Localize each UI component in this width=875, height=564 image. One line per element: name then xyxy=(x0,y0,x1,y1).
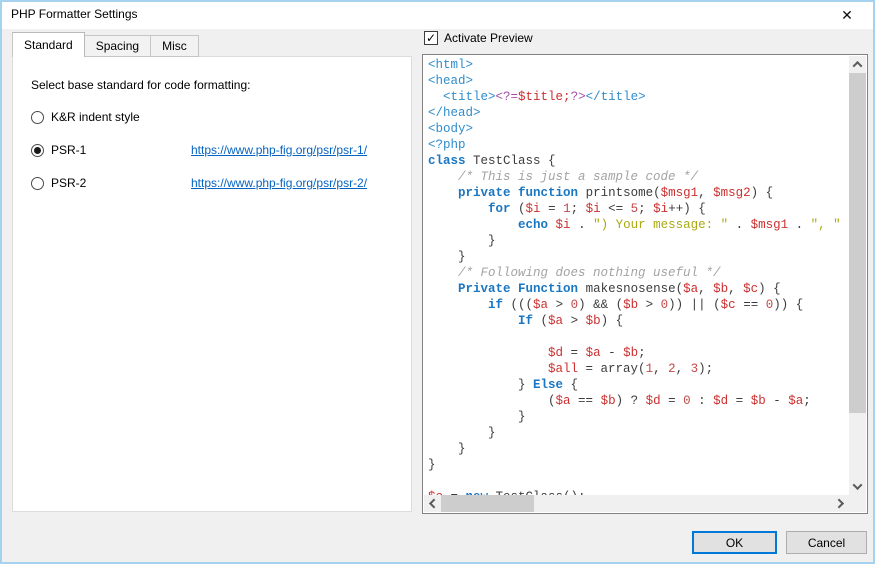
tab-spacing[interactable]: Spacing xyxy=(85,35,151,57)
code-preview[interactable]: <html><head> <title><?=$title;?></title>… xyxy=(424,56,849,495)
ok-button[interactable]: OK xyxy=(692,531,777,554)
close-button[interactable]: ✕ xyxy=(827,1,867,28)
activate-preview-label: Activate Preview xyxy=(444,31,533,45)
horizontal-scrollbar[interactable] xyxy=(424,495,849,512)
scroll-down-button[interactable] xyxy=(849,478,866,495)
psr1-link[interactable]: https://www.php-fig.org/psr/psr-1/ xyxy=(191,143,367,157)
option-kr-indent[interactable]: K&R indent style xyxy=(31,109,140,125)
php-formatter-settings-dialog: PHP Formatter Settings ✕ Standard Spacin… xyxy=(0,0,875,564)
scroll-left-button[interactable] xyxy=(424,495,441,512)
vertical-scrollbar[interactable] xyxy=(849,56,866,495)
page-heading: Select base standard for code formatting… xyxy=(31,78,250,92)
vertical-scrollbar-thumb[interactable] xyxy=(849,73,866,413)
radio-label: PSR-1 xyxy=(51,143,86,157)
checkmark-icon: ✓ xyxy=(426,32,436,44)
activate-preview-option[interactable]: ✓ Activate Preview xyxy=(424,30,533,46)
horizontal-scrollbar-thumb[interactable] xyxy=(441,495,534,512)
title-bar[interactable]: PHP Formatter Settings ✕ xyxy=(0,0,875,29)
close-icon: ✕ xyxy=(841,8,853,22)
radio-label: PSR-2 xyxy=(51,176,86,190)
radio-psr2[interactable] xyxy=(31,177,44,190)
standard-tab-page: Select base standard for code formatting… xyxy=(12,56,412,512)
tab-standard[interactable]: Standard xyxy=(12,32,85,57)
chevron-up-icon xyxy=(853,61,863,71)
option-psr2[interactable]: PSR-2 xyxy=(31,175,86,191)
radio-psr1[interactable] xyxy=(31,144,44,157)
psr2-link-wrap: https://www.php-fig.org/psr/psr-2/ xyxy=(191,175,367,191)
scroll-up-button[interactable] xyxy=(849,56,866,73)
scrollbar-corner xyxy=(849,495,866,512)
scroll-right-button[interactable] xyxy=(832,495,849,512)
option-psr1[interactable]: PSR-1 xyxy=(31,142,86,158)
chevron-down-icon xyxy=(853,480,863,490)
activate-preview-checkbox[interactable]: ✓ xyxy=(424,31,438,45)
window-title: PHP Formatter Settings xyxy=(11,7,138,21)
code-preview-box: <html><head> <title><?=$title;?></title>… xyxy=(422,54,868,514)
psr2-link[interactable]: https://www.php-fig.org/psr/psr-2/ xyxy=(191,176,367,190)
radio-label: K&R indent style xyxy=(51,110,140,124)
tab-misc[interactable]: Misc xyxy=(151,35,199,57)
tab-strip: Standard Spacing Misc xyxy=(12,32,199,57)
radio-kr-indent[interactable] xyxy=(31,111,44,124)
psr1-link-wrap: https://www.php-fig.org/psr/psr-1/ xyxy=(191,142,367,158)
chevron-left-icon xyxy=(429,499,439,509)
cancel-button[interactable]: Cancel xyxy=(786,531,867,554)
chevron-right-icon xyxy=(834,499,844,509)
